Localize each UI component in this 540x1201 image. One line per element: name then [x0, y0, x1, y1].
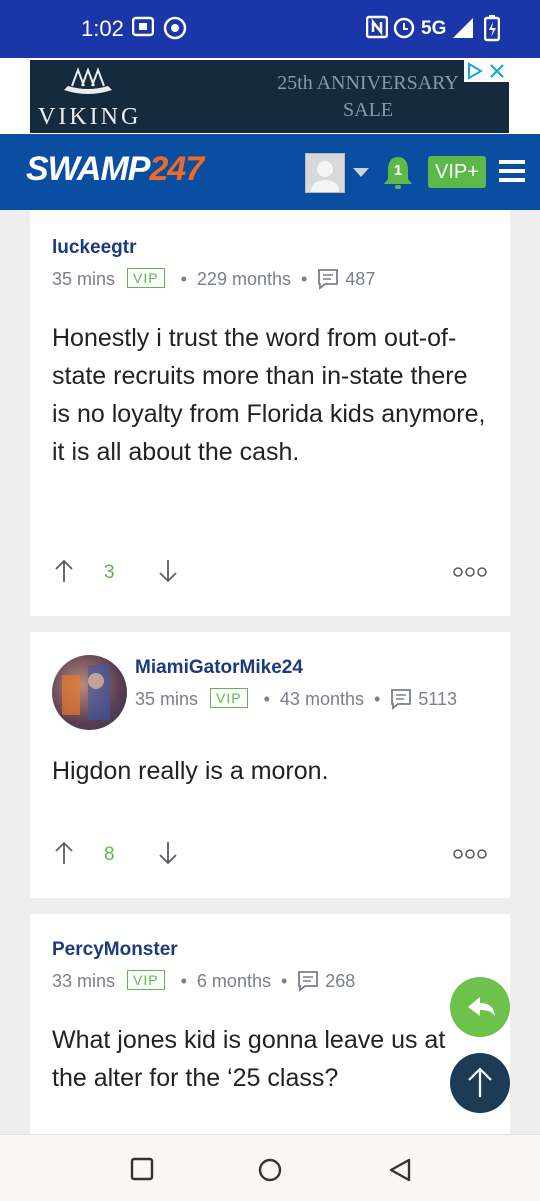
nfc-icon [365, 14, 389, 45]
member-tenure: 43 months [279, 689, 364, 709]
alarm-icon [392, 14, 416, 45]
post-username[interactable]: MiamiGatorMike24 [135, 657, 303, 679]
adchoices-icon[interactable] [464, 60, 509, 82]
vip-badge: VIP [127, 268, 165, 288]
logo-part1: SWAMP [26, 150, 150, 188]
ad-banner[interactable]: VIKING 25th ANNIVERSARY SALE [30, 60, 509, 133]
vote-row: 8 [54, 840, 474, 870]
user-avatar[interactable] [52, 655, 127, 730]
more-options-icon[interactable] [453, 565, 487, 583]
network-type: 5G [421, 18, 447, 39]
post-meta: 33 mins VIP • 6 months • 268 [52, 970, 355, 997]
scroll-to-top-button[interactable] [450, 1053, 510, 1113]
status-bar: 1:02 5G [0, 0, 540, 58]
post-time: 35 mins [52, 269, 116, 289]
vote-count: 3 [104, 562, 115, 583]
system-nav-bar [0, 1134, 540, 1201]
more-options-icon[interactable] [453, 847, 487, 865]
vip-badge: VIP [127, 970, 165, 990]
vip-badge: VIP [210, 688, 248, 708]
post-count: 487 [345, 269, 376, 289]
vote-row: 3 [54, 558, 474, 588]
vote-count: 8 [104, 844, 115, 865]
post-count: 268 [325, 971, 356, 991]
screen-record-icon [131, 14, 155, 45]
downvote-arrow-icon[interactable] [158, 558, 178, 589]
home-icon[interactable] [257, 1157, 283, 1188]
logo-part2: 247 [149, 150, 204, 188]
member-tenure: 6 months [196, 971, 271, 991]
downvote-arrow-icon[interactable] [158, 840, 178, 871]
reply-button[interactable] [450, 977, 510, 1037]
back-icon[interactable] [387, 1157, 413, 1188]
post-username[interactable]: PercyMonster [52, 939, 178, 961]
upvote-arrow-icon[interactable] [54, 558, 74, 589]
post-card: PercyMonster 33 mins VIP • 6 months • 268 Wha… [30, 914, 510, 1136]
member-tenure: 229 months [196, 269, 291, 289]
site-logo[interactable]: SWAMP247 [26, 150, 204, 189]
vip-plus-button[interactable]: VIP+ [428, 156, 486, 188]
status-time: 1:02 [81, 16, 124, 41]
ad-headline: 25th ANNIVERSARY SALE [252, 70, 484, 124]
chrome-icon [163, 14, 187, 45]
account-dropdown-caret-icon[interactable] [353, 168, 369, 177]
comment-count-icon [390, 688, 412, 715]
post-time: 33 mins [52, 971, 116, 991]
post-meta: 35 mins VIP • 229 months • 487 [52, 268, 375, 295]
viking-ship-logo-icon [60, 66, 116, 103]
comment-count-icon [297, 970, 319, 997]
post-time: 35 mins [135, 689, 199, 709]
post-body: What jones kid is gonna leave us at the … [52, 1026, 446, 1092]
post-count: 5113 [418, 689, 458, 709]
comment-count-icon [317, 268, 339, 295]
post-body: Honestly i trust the word from out-of-st… [52, 324, 486, 466]
account-avatar[interactable] [305, 153, 345, 193]
notifications-bell-icon[interactable]: 1 [381, 154, 415, 197]
ad-headline-line2: SALE [343, 99, 393, 121]
notification-count: 1 [393, 162, 403, 179]
post-card: luckeegtr 35 mins VIP • 229 months • 487 Hone… [30, 210, 510, 616]
upvote-arrow-icon[interactable] [54, 840, 74, 871]
post-body: Higdon really is a moron. [52, 757, 329, 785]
recents-icon[interactable] [130, 1157, 154, 1186]
ad-brand: VIKING [38, 104, 142, 130]
post-meta: 35 mins VIP • 43 months • 5113 [135, 688, 457, 715]
signal-icon [451, 14, 475, 45]
battery-icon [483, 14, 501, 47]
ad-headline-line1: 25th ANNIVERSARY [277, 72, 459, 94]
post-username[interactable]: luckeegtr [52, 237, 136, 259]
hamburger-menu-icon[interactable] [499, 159, 525, 188]
post-card: MiamiGatorMike24 35 mins VIP • 43 months • 51… [30, 632, 510, 898]
